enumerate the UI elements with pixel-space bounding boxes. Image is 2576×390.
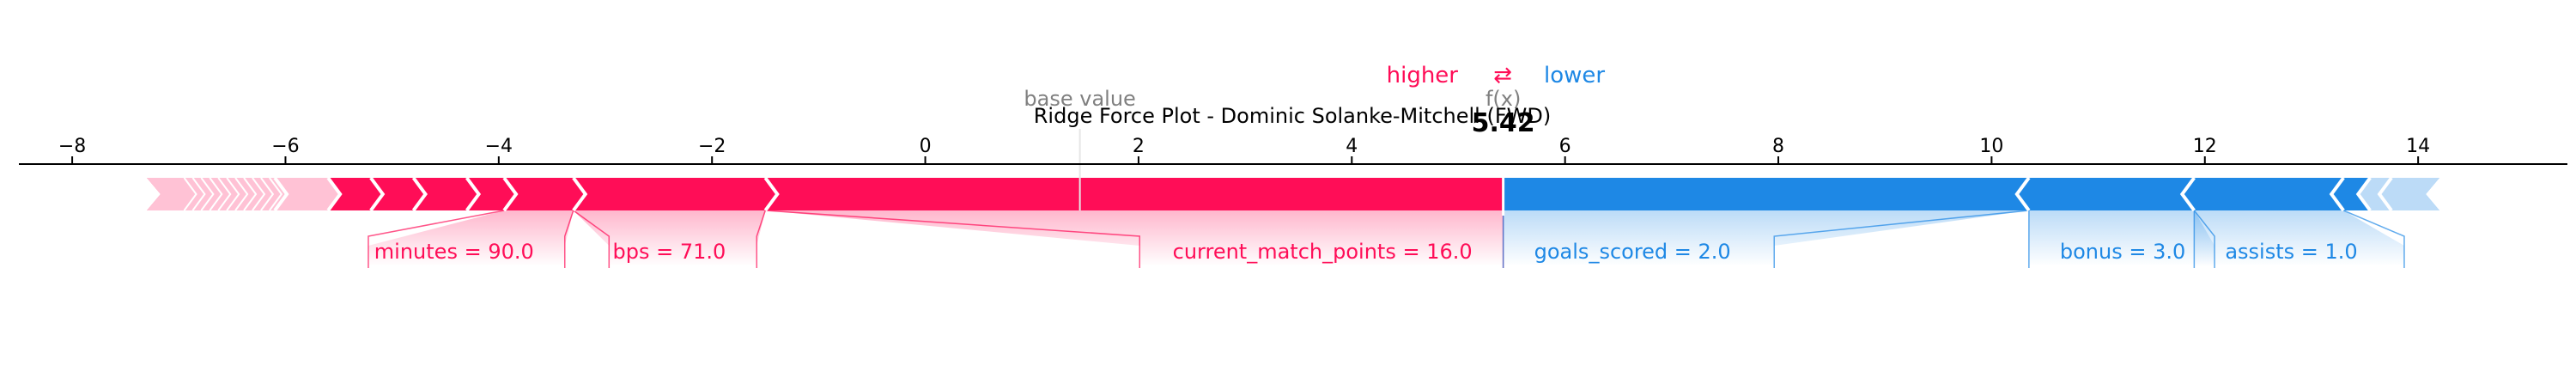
x-axis-tick-label: 6 xyxy=(1559,136,1571,157)
x-axis-tick-label: −6 xyxy=(271,136,299,157)
legend-lower-label: lower xyxy=(1544,63,1605,88)
x-axis-tick-label: −2 xyxy=(698,136,726,157)
feature-label: minutes = 90.0 xyxy=(374,240,534,264)
feature-label: assists = 1.0 xyxy=(2225,240,2357,264)
positive-force-bar xyxy=(147,178,1504,210)
chart-title: Ridge Force Plot - Dominic Solanke-Mitch… xyxy=(1034,104,1551,128)
x-axis-tick-label: 2 xyxy=(1133,136,1145,157)
feature-label: bonus = 3.0 xyxy=(2060,240,2185,264)
x-axis-tick-label: 0 xyxy=(920,136,932,157)
force-plot: −8 −6 −4 −2 0 2 4 6 8 10 12 14 minutes = 90.0 bps = … xyxy=(0,0,2576,387)
force-plot-svg: −8 −6 −4 −2 0 2 4 6 8 10 12 14 minutes = 90.0 bps = … xyxy=(19,63,2567,268)
x-axis-tick-label: −8 xyxy=(58,136,86,157)
feature-label: goals_scored = 2.0 xyxy=(1534,240,1731,264)
legend-higher-label: higher xyxy=(1387,63,1459,88)
negative-force-bar xyxy=(1503,178,2439,210)
positive-tail-fade xyxy=(147,178,343,210)
feature-label: bps = 71.0 xyxy=(613,240,726,264)
x-axis-tick-label: 12 xyxy=(2193,136,2217,157)
x-axis-tick-label: 4 xyxy=(1346,136,1358,157)
x-axis-tick-label: 14 xyxy=(2406,136,2430,157)
x-axis-tick-label: 10 xyxy=(1979,136,2003,157)
x-axis-tick-label: −4 xyxy=(485,136,513,157)
feature-label: current_match_points = 16.0 xyxy=(1173,240,1473,264)
legend-arrow-icon: ⇄ xyxy=(1493,63,1512,88)
x-axis-tick-label: 8 xyxy=(1772,136,1784,157)
negative-tail-fade xyxy=(2356,178,2439,210)
